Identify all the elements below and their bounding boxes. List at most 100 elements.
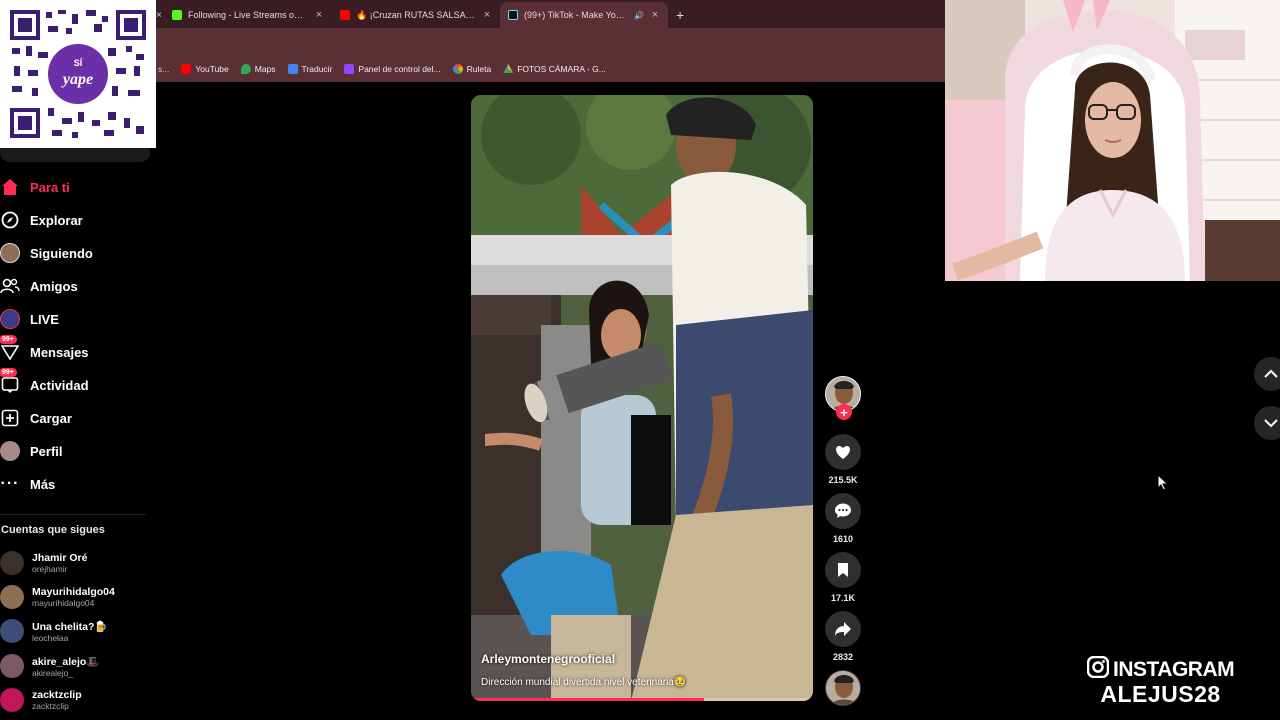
bookmark-translate[interactable]: Traducir [287,64,332,74]
account-handle: zacktzclip [32,701,69,711]
video-author[interactable]: Arleymontenegrooficial [481,652,615,666]
followed-account[interactable]: zacktzclip zacktzclip [0,688,82,712]
bookmark-overflow-icon[interactable]: s... [158,64,169,74]
video-progress-fill [471,698,704,701]
browser-tab-tiktok[interactable]: (99+) TikTok - Make Your Da 🔊 × [500,2,668,28]
account-name: Jhamir Oré [32,552,88,564]
sidebar-item-label: Explorar [30,212,83,228]
sidebar-item-label: Amigos [30,278,78,294]
sidebar-item-label: Siguiendo [30,245,93,261]
account-handle: leochelaa [32,632,69,643]
bookmark-label: Ruleta [466,64,492,74]
chevron-down-icon [1264,419,1278,428]
account-name: Mayurihidalgo04 [32,586,115,598]
qr-code-image: SÍ yape [8,8,148,140]
save-button[interactable]: 17.1K [823,552,863,603]
previous-video-button[interactable] [1254,357,1280,391]
account-name: Una chelita?🍺 [32,620,108,633]
bookmark-maps[interactable]: Maps [240,64,276,74]
followed-account[interactable]: Jhamir Oré orejhamir [0,551,87,575]
bookmark-youtube[interactable]: YouTube [181,64,229,74]
sidebar-item-para-ti[interactable]: Para ti [0,175,70,199]
tab-close-icon[interactable]: × [156,2,164,28]
sidebar-item-label: Perfil [30,443,63,459]
followed-account[interactable]: akire_alejo🎩 akirealejo_ [0,654,99,678]
author-avatar-button[interactable]: + [823,376,863,420]
webcam-image [945,0,1280,281]
sidebar-item-perfil[interactable]: Perfil [0,439,63,463]
sidebar-item-cargar[interactable]: Cargar [0,406,72,430]
sidebar-item-mas[interactable]: ··· Más [0,472,56,496]
sidebar-item-mensajes[interactable]: 99+ Mensajes [0,335,89,364]
twitch-icon [344,64,355,74]
following-avatar-icon [0,243,20,263]
bookmark-label: FOTOS CÁMARA - G... [517,64,606,74]
profile-avatar-icon [0,441,20,461]
browser-tab-youtube[interactable]: 🔥 ¡Cruzan RUTAS SALSAS! 😵 × [332,2,500,28]
maps-icon [240,64,251,74]
roulette-icon [452,64,463,74]
sound-disc-icon [825,670,861,706]
video-description: Dirección mundial divertida nivel veteri… [481,677,687,688]
sidebar-item-label: LIVE [30,311,59,327]
next-video-button[interactable] [1254,406,1280,440]
bookmark-drive-photos[interactable]: FOTOS CÁMARA - G... [503,64,606,74]
video-progress-bar[interactable] [471,698,813,701]
bookmarks-bar: s... YouTube Maps Traducir Panel de cont… [156,56,945,82]
bookmark-label: YouTube [195,64,229,74]
save-count: 17.1K [830,593,856,603]
messages-badge: 99+ [0,335,17,344]
instagram-overlay: INSTAGRAM ALEJUS28 [1086,655,1235,708]
tab-label: (99+) TikTok - Make Your Da [524,10,629,20]
youtube-icon [181,64,192,74]
share-count: 2832 [832,652,854,662]
sidebar-item-label: Mensajes [30,344,89,360]
browser-tab-kick[interactable]: Following - Live Streams on Ki × [164,2,332,28]
translate-icon [287,64,298,74]
home-icon [0,177,20,197]
new-tab-button[interactable]: + [668,2,692,28]
follow-plus-icon[interactable]: + [836,404,852,420]
speaker-icon[interactable]: 🔊 [634,11,644,20]
share-icon [825,611,861,647]
bookmark-roulette[interactable]: Ruleta [452,64,492,74]
activity-icon: 99+ [0,368,20,395]
share-button[interactable]: 2832 [823,611,863,662]
comment-button[interactable]: 1610 [823,493,863,544]
followed-account[interactable]: Una chelita?🍺 leochelaa [0,619,108,643]
close-icon[interactable]: × [650,9,660,21]
messages-icon: 99+ [0,335,20,362]
sidebar-item-label: Actividad [30,377,89,393]
instagram-icon [1086,655,1110,683]
instagram-handle: ALEJUS28 [1100,681,1221,707]
like-count: 215.5K [828,475,858,485]
sound-avatar-button[interactable] [823,670,863,706]
kick-icon [172,10,182,20]
sidebar-item-actividad[interactable]: 99+ Actividad [0,368,89,397]
account-handle: mayurihidalgo04 [32,598,95,608]
svg-text:yape: yape [61,71,93,88]
chevron-up-icon [1264,369,1278,378]
close-icon[interactable]: × [482,9,492,21]
video-player[interactable]: Arleymontenegrooficial Dirección mundial… [471,95,813,701]
friends-icon [0,276,20,296]
account-name: zacktzclip [32,689,82,701]
sidebar-item-explorar[interactable]: Explorar [0,208,83,232]
sidebar-item-live[interactable]: LIVE [0,307,59,331]
like-button[interactable]: 215.5K [823,434,863,485]
address-bar[interactable] [156,28,945,56]
account-name: akire_alejo🎩 [32,655,100,668]
google-drive-icon [503,64,514,73]
bookmark-twitch-panel[interactable]: Panel de control del... [344,64,441,74]
search-input[interactable] [0,148,150,162]
close-icon[interactable]: × [314,9,324,21]
compass-icon [0,210,20,230]
sidebar-item-siguiendo[interactable]: Siguiendo [0,241,93,265]
more-icon: ··· [0,475,20,492]
sidebar-item-amigos[interactable]: Amigos [0,274,78,298]
followed-account[interactable]: Mayurihidalgo04 mayurihidalgo04 [0,585,115,609]
webcam-overlay [945,0,1280,281]
instagram-label: INSTAGRAM [1113,657,1235,681]
screen: SÍ yape × Following - Live Streams on Ki… [0,0,1280,720]
mouse-cursor-icon [1157,473,1169,496]
